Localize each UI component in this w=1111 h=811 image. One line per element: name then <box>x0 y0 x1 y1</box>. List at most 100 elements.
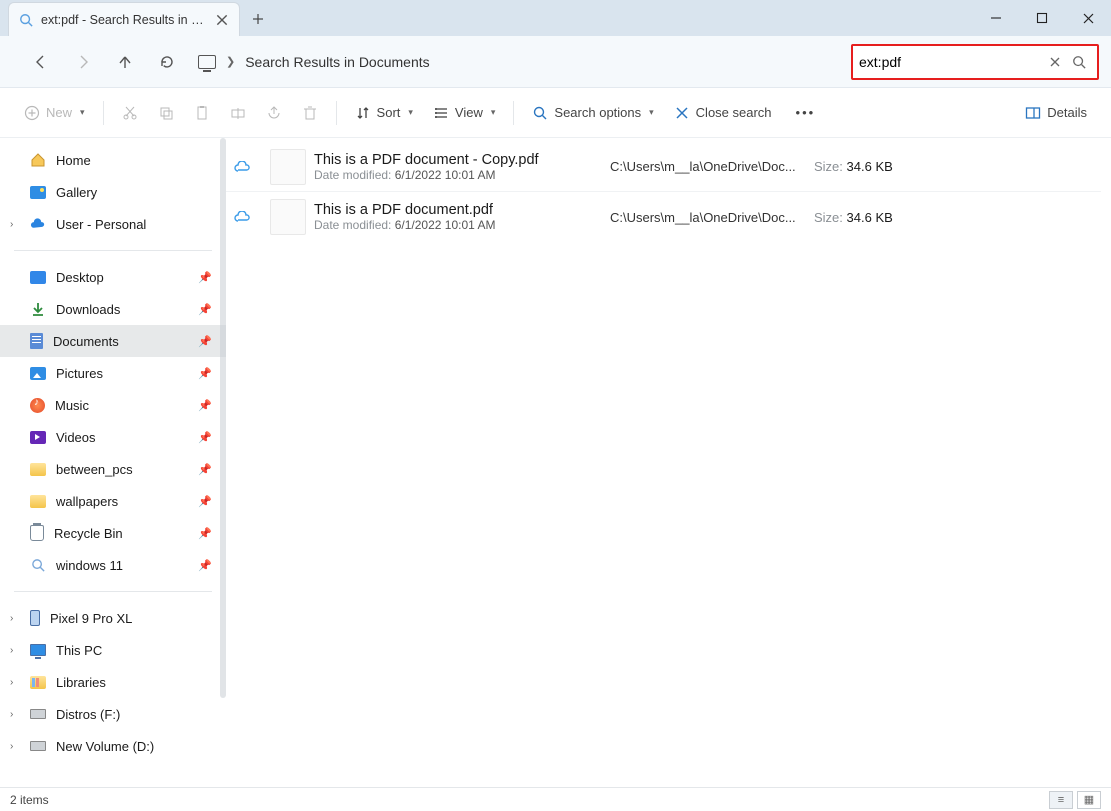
chevron-right-icon[interactable]: › <box>10 645 13 656</box>
details-label: Details <box>1047 105 1087 120</box>
trash-icon <box>302 105 318 121</box>
titlebar: ext:pdf - Search Results in Doc <box>0 0 1111 36</box>
sort-button[interactable]: Sort▾ <box>347 96 421 130</box>
sidebar-item-home[interactable]: Home <box>0 144 226 176</box>
sidebar-item-user[interactable]: ›User - Personal <box>0 208 226 240</box>
window-tab[interactable]: ext:pdf - Search Results in Doc <box>8 2 240 36</box>
sidebar-item-label: Home <box>56 153 91 168</box>
copy-button[interactable] <box>150 96 182 130</box>
maximize-button[interactable] <box>1019 0 1065 36</box>
details-pane-button[interactable]: Details <box>1017 96 1095 130</box>
search-submit-icon[interactable] <box>1067 55 1091 69</box>
forward-button[interactable] <box>66 45 100 79</box>
refresh-button[interactable] <box>150 45 184 79</box>
cut-button[interactable] <box>114 96 146 130</box>
pin-icon[interactable]: 📌 <box>198 335 212 348</box>
sidebar-item-new-volume[interactable]: ›New Volume (D:) <box>0 730 226 762</box>
home-icon <box>30 152 46 168</box>
chevron-down-icon: ▾ <box>80 107 85 118</box>
back-button[interactable] <box>24 45 58 79</box>
size-value: 34.6 KB <box>847 210 893 225</box>
folder-icon <box>30 495 46 508</box>
more-button[interactable]: ••• <box>784 96 828 130</box>
sidebar-item-this-pc[interactable]: ›This PC <box>0 634 226 666</box>
pin-icon[interactable]: 📌 <box>198 559 212 572</box>
pin-icon[interactable]: 📌 <box>198 495 212 508</box>
size-label: Size: <box>814 210 843 225</box>
sidebar-item-videos[interactable]: Videos📌 <box>0 421 226 453</box>
file-thumbnail <box>270 199 306 235</box>
result-row[interactable]: This is a PDF document - Copy.pdf Date m… <box>226 142 1101 192</box>
result-row[interactable]: This is a PDF document.pdf Date modified… <box>226 192 1101 242</box>
sidebar-item-libraries[interactable]: › Libraries <box>0 666 226 698</box>
sort-label: Sort <box>377 105 401 120</box>
cloud-status-icon <box>234 211 270 223</box>
sidebar-item-pixel[interactable]: ›Pixel 9 Pro XL <box>0 602 226 634</box>
sort-icon <box>355 105 371 121</box>
share-button[interactable] <box>258 96 290 130</box>
pin-icon[interactable]: 📌 <box>198 527 212 540</box>
cloud-status-icon <box>234 161 270 173</box>
close-icon <box>674 105 690 121</box>
close-search-button[interactable]: Close search <box>666 96 780 130</box>
chevron-right-icon[interactable]: › <box>10 709 13 720</box>
rename-icon <box>230 105 246 121</box>
chevron-right-icon[interactable]: › <box>10 219 13 230</box>
sidebar-item-label: Music <box>55 398 89 413</box>
search-box[interactable] <box>851 44 1099 80</box>
up-button[interactable] <box>108 45 142 79</box>
monitor-icon <box>198 55 216 69</box>
address-bar[interactable]: ❯ Search Results in Documents <box>192 54 843 70</box>
file-thumbnail <box>270 149 306 185</box>
share-icon <box>266 105 282 121</box>
rename-button[interactable] <box>222 96 254 130</box>
document-icon <box>30 333 43 349</box>
pin-icon[interactable]: 📌 <box>198 399 212 412</box>
disk-icon <box>30 741 46 751</box>
thumbnails-view-button[interactable]: ▦ <box>1077 791 1101 809</box>
new-tab-button[interactable] <box>240 2 276 36</box>
statusbar: 2 items ≡ ▦ <box>0 787 1111 811</box>
pin-icon[interactable]: 📌 <box>198 271 212 284</box>
chevron-right-icon: ❯ <box>226 55 235 68</box>
new-button[interactable]: New ▾ <box>16 96 93 130</box>
date-modified-value: 6/1/2022 10:01 AM <box>395 168 496 182</box>
separator <box>14 591 212 592</box>
minimize-button[interactable] <box>973 0 1019 36</box>
sidebar-item-between-pcs[interactable]: between_pcs📌 <box>0 453 226 485</box>
pin-icon[interactable]: 📌 <box>198 367 212 380</box>
clear-search-icon[interactable] <box>1043 56 1067 68</box>
sidebar-item-windows11[interactable]: windows 11📌 <box>0 549 226 581</box>
paste-button[interactable] <box>186 96 218 130</box>
details-view-button[interactable]: ≡ <box>1049 791 1073 809</box>
sidebar-item-gallery[interactable]: Gallery <box>0 176 226 208</box>
close-search-label: Close search <box>696 105 772 120</box>
chevron-right-icon[interactable]: › <box>10 613 13 624</box>
chevron-right-icon[interactable]: › <box>10 741 13 752</box>
date-modified-value: 6/1/2022 10:01 AM <box>395 218 496 232</box>
close-window-button[interactable] <box>1065 0 1111 36</box>
scrollbar[interactable] <box>220 138 226 698</box>
pin-icon[interactable]: 📌 <box>198 431 212 444</box>
sidebar-item-distros[interactable]: ›Distros (F:) <box>0 698 226 730</box>
sidebar-item-downloads[interactable]: Downloads📌 <box>0 293 226 325</box>
pin-icon[interactable]: 📌 <box>198 303 212 316</box>
sidebar-item-label: Libraries <box>56 675 106 690</box>
sidebar-item-documents[interactable]: Documents📌 <box>0 325 226 357</box>
sidebar-item-label: wallpapers <box>56 494 118 509</box>
sidebar-item-music[interactable]: Music 📌 <box>0 389 226 421</box>
sidebar: Home Gallery ›User - Personal Desktop📌 D… <box>0 138 226 787</box>
sidebar-item-pictures[interactable]: Pictures📌 <box>0 357 226 389</box>
search-input[interactable] <box>859 54 1043 70</box>
breadcrumb[interactable]: Search Results in Documents <box>245 54 429 70</box>
pin-icon[interactable]: 📌 <box>198 463 212 476</box>
close-icon[interactable] <box>215 13 229 27</box>
sidebar-item-wallpapers[interactable]: wallpapers 📌 <box>0 485 226 517</box>
search-options-button[interactable]: Search options▾ <box>524 96 661 130</box>
delete-button[interactable] <box>294 96 326 130</box>
chevron-right-icon[interactable]: › <box>10 677 13 688</box>
sidebar-item-recycle-bin[interactable]: Recycle Bin📌 <box>0 517 226 549</box>
disk-icon <box>30 709 46 719</box>
sidebar-item-desktop[interactable]: Desktop📌 <box>0 261 226 293</box>
view-button[interactable]: View▾ <box>425 96 503 130</box>
